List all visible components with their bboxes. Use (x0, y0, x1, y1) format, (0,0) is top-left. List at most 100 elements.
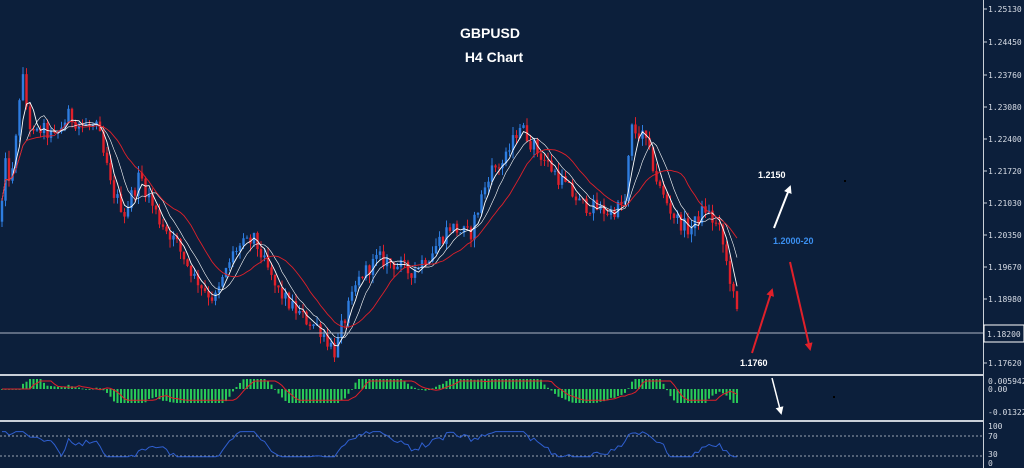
candle-body (669, 203, 672, 214)
candle-body (665, 194, 669, 204)
marker-dot (844, 180, 846, 182)
candle-body (546, 160, 550, 162)
histogram-bar (190, 389, 192, 403)
histogram-bar (484, 379, 486, 389)
histogram-bar (116, 389, 119, 403)
candle-body (529, 141, 532, 150)
candle-body (235, 251, 238, 253)
candle-body (560, 176, 564, 185)
candle-body (193, 273, 196, 276)
histogram-bar (610, 389, 612, 398)
histogram-bar (50, 386, 52, 389)
candle-body (280, 287, 284, 299)
candle-body (165, 226, 168, 232)
candle-body (21, 74, 25, 101)
candle-body (182, 251, 186, 260)
candle-body (553, 170, 557, 172)
price-axis: 1.25130 1.24450 1.23760 1.23080 1.22400 1.217… (983, 5, 1024, 468)
candle-body (487, 181, 490, 188)
gbpusd-h4-chart: GBPUSD H4 Chart 1.2150 1.2000-20 1.1760 (0, 0, 1024, 468)
candle-body (658, 181, 662, 186)
candle-body (396, 266, 399, 270)
candle-body (357, 276, 361, 286)
candle-body (329, 342, 333, 347)
price-tick-label: 1.19670 (988, 263, 1022, 272)
chart-canvas[interactable]: GBPUSD H4 Chart 1.2150 1.2000-20 1.1760 (0, 0, 1024, 468)
candle-body (18, 100, 21, 136)
histogram-bar (729, 389, 731, 400)
candle-body (483, 187, 487, 195)
chart-title: GBPUSD (460, 25, 520, 41)
histogram-bar (589, 389, 591, 403)
candle-body (574, 196, 578, 201)
histogram-bar (354, 382, 357, 389)
histogram-bar (169, 389, 171, 403)
histogram-bar (578, 389, 581, 403)
histogram-bar (690, 389, 693, 403)
candle-body (686, 218, 690, 235)
candle-body (452, 223, 455, 231)
down-arrow-red (789, 261, 813, 351)
histogram-bar (582, 389, 584, 403)
histogram-bar (316, 389, 318, 403)
candle-body (291, 301, 294, 309)
histogram-bar (155, 389, 157, 398)
histogram-bar (694, 389, 696, 403)
histogram-bar (109, 389, 112, 397)
candle-body (662, 185, 665, 195)
candle-body (690, 228, 693, 235)
candle-body (508, 150, 511, 152)
candle-body (588, 213, 592, 215)
candle-body (172, 235, 175, 240)
candle-body (270, 267, 273, 275)
rsi-tick-label: 70 (988, 432, 998, 441)
histogram-bar (214, 389, 217, 403)
histogram-bar (46, 385, 49, 389)
candle-body (578, 198, 581, 201)
candle-body (231, 251, 235, 263)
candle-body (210, 297, 214, 301)
candle-body (448, 227, 452, 231)
histogram-bar (543, 384, 546, 389)
histogram-bar (204, 389, 206, 403)
histogram-bar (424, 389, 427, 391)
price-tick-label: 1.23080 (988, 103, 1022, 112)
candle-body (298, 310, 301, 314)
histogram-bar (270, 384, 273, 389)
candle-body (354, 285, 357, 292)
candle-body (732, 283, 735, 292)
candle-body (361, 276, 364, 278)
histogram-bar (351, 389, 353, 390)
histogram-bar (123, 389, 126, 403)
histogram-bar (211, 389, 213, 403)
histogram-bar (736, 389, 738, 403)
price-tick-label: 1.20350 (988, 231, 1022, 240)
histogram-bar (218, 389, 220, 403)
candle-body (186, 259, 189, 267)
price-tick-label: 1.21030 (988, 199, 1022, 208)
candle-body (522, 125, 525, 128)
histogram-bar (134, 389, 136, 403)
histogram-bar (235, 386, 238, 389)
histogram-bar (85, 389, 87, 390)
candle-body (200, 285, 203, 289)
price-tick-label: 1.22400 (988, 135, 1022, 144)
candle-body (245, 237, 249, 239)
histogram-bar (22, 383, 24, 389)
candle-body (277, 285, 280, 288)
histogram-bar (99, 388, 101, 390)
candle-body (490, 165, 494, 182)
candle-body (67, 108, 70, 123)
rsi-tick-label: 30 (988, 450, 998, 459)
candle-body (620, 201, 623, 204)
candle-body (25, 74, 28, 107)
price-tick-label: 1.18980 (988, 295, 1022, 304)
histogram-bar (487, 379, 490, 389)
candle-body (105, 152, 109, 163)
histogram-bar (309, 389, 311, 403)
candle-body (319, 324, 322, 338)
candle-body (350, 291, 354, 301)
candle-body (714, 222, 718, 224)
histogram-bar (550, 389, 553, 391)
candle-body (378, 251, 382, 255)
